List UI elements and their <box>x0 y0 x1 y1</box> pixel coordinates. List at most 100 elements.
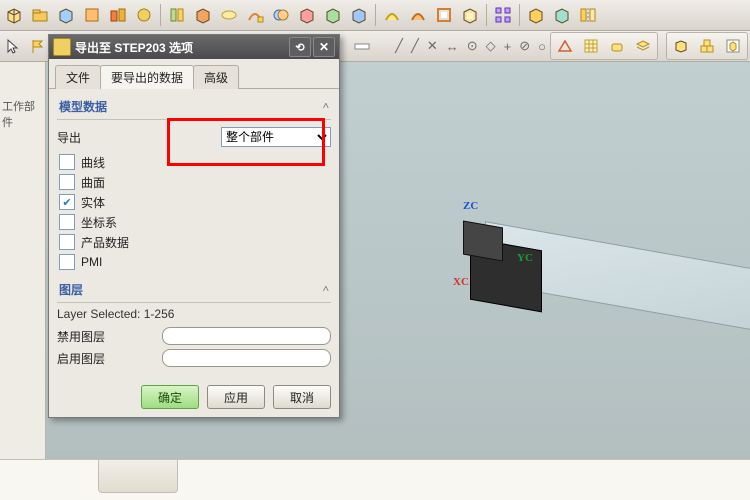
dialog-close-button[interactable]: ✕ <box>313 37 335 57</box>
triangle-icon[interactable] <box>553 34 577 58</box>
cube-red-icon[interactable] <box>295 3 319 27</box>
grid-icon[interactable] <box>579 34 603 58</box>
chevron-up-icon: ˄ <box>323 100 329 112</box>
offset-icon[interactable] <box>458 3 482 27</box>
check-surface-label: 曲面 <box>81 174 105 191</box>
disable-layer-input[interactable] <box>162 327 331 345</box>
axis-x-label: XC <box>453 276 469 288</box>
bottom-stub <box>98 460 178 493</box>
check-pmi[interactable]: PMI <box>59 252 331 272</box>
curve-yellow-icon[interactable] <box>380 3 404 27</box>
section-model-data[interactable]: 模型数据 ˄ <box>57 93 331 120</box>
snap-end-icon[interactable]: ╱ <box>395 38 403 54</box>
bottom-bar <box>0 459 750 500</box>
assembly-icon[interactable] <box>524 3 548 27</box>
cubes-yellow-icon[interactable] <box>669 34 693 58</box>
snap-point-icon[interactable]: + <box>504 39 512 54</box>
ok-button[interactable]: 确定 <box>141 385 199 409</box>
model-block-top <box>463 220 503 261</box>
sweep-icon[interactable] <box>243 3 267 27</box>
tool-icon-1[interactable] <box>80 3 104 27</box>
extrude-icon[interactable] <box>191 3 215 27</box>
checkbox-icon <box>59 154 75 170</box>
section-layer[interactable]: 图层 ˄ <box>57 276 331 303</box>
section-model-data-label: 模型数据 <box>59 98 107 115</box>
dialog-titlebar[interactable]: 导出至 STEP203 选项 ⟲ ✕ <box>49 35 339 59</box>
snap-quad-icon[interactable]: ◇ <box>486 38 496 54</box>
check-csys-label: 坐标系 <box>81 214 117 231</box>
view-group-2 <box>666 32 748 60</box>
export-row: 导出 整个部件 <box>57 126 331 148</box>
cube-window-icon[interactable] <box>721 34 745 58</box>
enable-layer-label: 启用图层 <box>57 350 147 367</box>
dialog-title-icon <box>53 38 71 56</box>
left-panel-label: 工作部件 <box>0 62 45 166</box>
wave-icon[interactable] <box>550 3 574 27</box>
check-solid-label: 实体 <box>81 194 105 211</box>
revolve-icon[interactable] <box>217 3 241 27</box>
check-solid[interactable]: ✔ 实体 <box>59 192 331 212</box>
checkbox-icon <box>59 254 75 270</box>
export-scope-select[interactable]: 整个部件 <box>221 127 331 147</box>
apply-button[interactable]: 应用 <box>207 385 265 409</box>
check-curve-label: 曲线 <box>81 154 105 171</box>
cubes-stack-icon[interactable] <box>695 34 719 58</box>
check-product-data-label: 产品数据 <box>81 234 129 251</box>
check-product-data[interactable]: 产品数据 <box>59 232 331 252</box>
snap-toolbar: ╱ ╱ ✕ ↔ ⊙ ◇ + ⊘ ○ <box>385 38 546 54</box>
tab-advanced[interactable]: 高级 <box>193 65 239 89</box>
cube-green-icon[interactable] <box>321 3 345 27</box>
cube-blue-icon[interactable] <box>347 3 371 27</box>
snap-node-icon[interactable]: ○ <box>538 39 546 54</box>
new-icon[interactable] <box>2 3 26 27</box>
dialog-buttons: 确定 应用 取消 <box>57 379 331 409</box>
layer-selected-text: Layer Selected: 1-256 <box>57 307 331 321</box>
layers-icon[interactable] <box>631 34 655 58</box>
mirror-icon[interactable] <box>576 3 600 27</box>
enable-layer-input[interactable] <box>162 349 331 367</box>
toolbar-separator <box>519 4 520 26</box>
snap-perp-icon[interactable]: ↔ <box>446 39 459 54</box>
snap-intersect-icon[interactable]: ✕ <box>427 38 438 54</box>
shell-icon[interactable] <box>432 3 456 27</box>
dialog-tabs: 文件 要导出的数据 高级 <box>49 59 339 89</box>
datum-icon[interactable] <box>165 3 189 27</box>
snap-center-icon[interactable]: ⊙ <box>467 38 478 54</box>
check-csys[interactable]: 坐标系 <box>59 212 331 232</box>
check-curve[interactable]: 曲线 <box>59 152 331 172</box>
teapot-icon[interactable] <box>605 34 629 58</box>
pointer-icon[interactable] <box>2 34 24 58</box>
open-icon[interactable] <box>28 3 52 27</box>
left-panel: 工作部件 <box>0 62 46 460</box>
snap-mid-icon[interactable]: ╱ <box>411 38 419 54</box>
check-surface[interactable]: 曲面 <box>59 172 331 192</box>
disable-layer-label: 禁用图层 <box>57 328 147 345</box>
tab-data[interactable]: 要导出的数据 <box>100 65 194 89</box>
toolbar-separator <box>375 4 376 26</box>
view-group-1 <box>550 32 658 60</box>
export-label: 导出 <box>57 129 81 146</box>
snap-tangent-icon[interactable]: ⊘ <box>519 38 530 54</box>
flag-icon[interactable] <box>26 34 48 58</box>
chevron-up-icon: ˄ <box>323 283 329 295</box>
unite-icon[interactable] <box>269 3 293 27</box>
pattern-icon[interactable] <box>491 3 515 27</box>
checkbox-icon <box>59 214 75 230</box>
export-dialog: 导出至 STEP203 选项 ⟲ ✕ 文件 要导出的数据 高级 模型数据 ˄ 导… <box>48 34 340 418</box>
ruler-icon[interactable] <box>351 34 373 58</box>
toolbar-separator <box>486 4 487 26</box>
cancel-button[interactable]: 取消 <box>273 385 331 409</box>
checkbox-icon <box>59 234 75 250</box>
checkbox-checked-icon: ✔ <box>59 194 75 210</box>
tool-icon-3[interactable] <box>132 3 156 27</box>
dialog-undo-button[interactable]: ⟲ <box>289 37 311 57</box>
disable-layer-row: 禁用图层 <box>57 325 331 347</box>
tool-icon-2[interactable] <box>106 3 130 27</box>
tab-file[interactable]: 文件 <box>55 65 101 89</box>
curve-orange-icon[interactable] <box>406 3 430 27</box>
section-layer-label: 图层 <box>59 281 83 298</box>
dialog-body: 模型数据 ˄ 导出 整个部件 曲线 曲面 ✔ 实体 坐标系 产品数据 <box>49 88 339 417</box>
axis-y-label: YC <box>517 252 533 264</box>
box-icon[interactable] <box>54 3 78 27</box>
checkbox-icon <box>59 174 75 190</box>
